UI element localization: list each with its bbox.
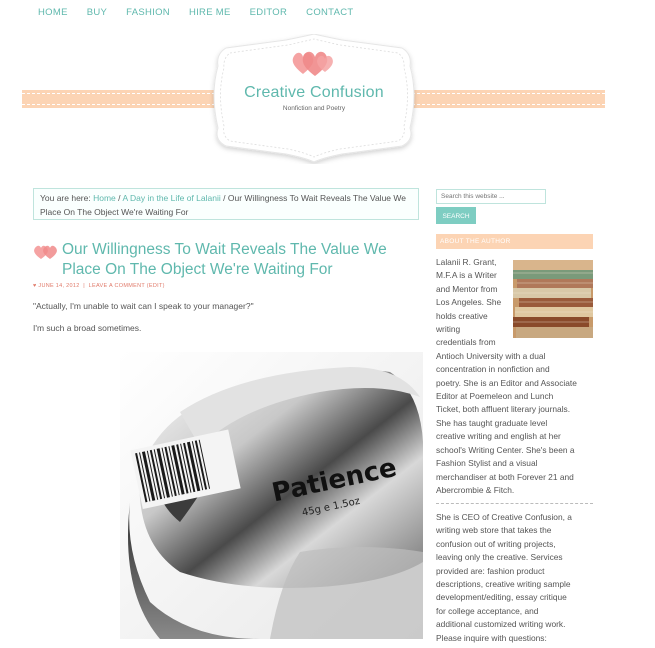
post-paragraph: "Actually, I'm unable to wait can I spea… [33, 301, 254, 311]
breadcrumb-category-link[interactable]: A Day in the Life of Lalanii [122, 193, 220, 203]
post-image: Patience 45g e 1.5oz [120, 352, 423, 639]
leave-comment-link[interactable]: LEAVE A COMMENT [89, 283, 145, 289]
services-line: writing web store that takes the [436, 525, 552, 536]
breadcrumb-separator: / [118, 193, 121, 203]
bio-line: school's Writing Center. She's been a [436, 444, 575, 455]
services-line: confusion out of writing projects, [436, 538, 556, 549]
top-nav: HOME BUY FASHION HIRE ME EDITOR CONTACT [38, 7, 372, 18]
services-line: additional customized writing work. [436, 619, 566, 630]
hearts-logo-icon [291, 50, 335, 83]
bio-line: She has taught graduate level [436, 417, 548, 428]
bio-line: creative writing and english at her [436, 431, 561, 442]
search-input[interactable] [436, 189, 546, 204]
nav-contact[interactable]: CONTACT [306, 7, 353, 18]
breadcrumb-separator: / [223, 193, 226, 203]
post-date: JUNE 14, 2012 [38, 283, 80, 289]
bio-line: holds creative [436, 310, 488, 321]
bio-line: Abercrombie & Fitch. [436, 484, 515, 495]
nav-hire-me[interactable]: HIRE ME [189, 7, 231, 18]
site-tagline: Nonfiction and Poetry [282, 105, 346, 112]
post-meta: ♥ JUNE 14, 2012 | LEAVE A COMMENT (EDIT) [33, 283, 165, 289]
services-line: Please inquire with questions: [436, 632, 547, 643]
bio-line: writing [436, 324, 461, 335]
search-button[interactable]: SEARCH [436, 207, 476, 224]
breadcrumb: You are here: Home / A Day in the Life o… [33, 188, 419, 220]
bio-line: and Mentor from [436, 283, 498, 294]
bio-line: Ticket, both affluent literary journals. [436, 404, 571, 415]
bio-line: Editor at Poemeleon and Lunch [436, 391, 554, 402]
sidebar-divider [436, 503, 593, 504]
bio-line: M.F.A is a Writer [436, 270, 497, 281]
date-icon: ♥ [33, 283, 37, 289]
nav-editor[interactable]: EDITOR [250, 7, 288, 18]
bio-line: credentials from [436, 337, 496, 348]
site-title[interactable]: Creative Confusion [196, 84, 432, 102]
author-bio: Lalanii R. Grant, M.F.A is a Writer and … [436, 256, 596, 497]
post-hearts-icon [33, 244, 59, 265]
services-line: leaving only the creative. Services [436, 552, 563, 563]
services-line: provided are: fashion product [436, 565, 545, 576]
edit-link[interactable]: (EDIT) [147, 283, 165, 289]
author-services: She is CEO of Creative Confusion, a writ… [436, 511, 596, 645]
bio-line: Lalanii R. Grant, [436, 257, 497, 267]
breadcrumb-prefix: You are here: [40, 193, 91, 203]
services-line: development/editing, essay critique [436, 592, 567, 603]
services-line: She is CEO of Creative Confusion, a [436, 512, 572, 522]
breadcrumb-home-link[interactable]: Home [93, 193, 116, 203]
nav-fashion[interactable]: FASHION [126, 7, 170, 18]
services-line: for college acceptance, and [436, 605, 539, 616]
post-paragraph: I'm such a broad sometimes. [33, 323, 142, 333]
bio-line: Los Angeles. She [436, 297, 502, 308]
bio-line: Fashion Stylist and a visual [436, 458, 538, 469]
post-title[interactable]: Our Willingness To Wait Reveals The Valu… [62, 240, 402, 280]
bio-line: merchandiser at both Forever 21 and [436, 471, 574, 482]
about-author-heading: ABOUT THE AUTHOR [436, 234, 593, 249]
nav-home[interactable]: HOME [38, 7, 68, 18]
nav-buy[interactable]: BUY [87, 7, 107, 18]
bio-line: Antioch University with a dual [436, 350, 546, 361]
services-line: descriptions, creative writing sample [436, 579, 571, 590]
bio-line: poetry. She is an Editor and Associate [436, 377, 577, 388]
bio-line: concentration in nonfiction and [436, 364, 550, 375]
